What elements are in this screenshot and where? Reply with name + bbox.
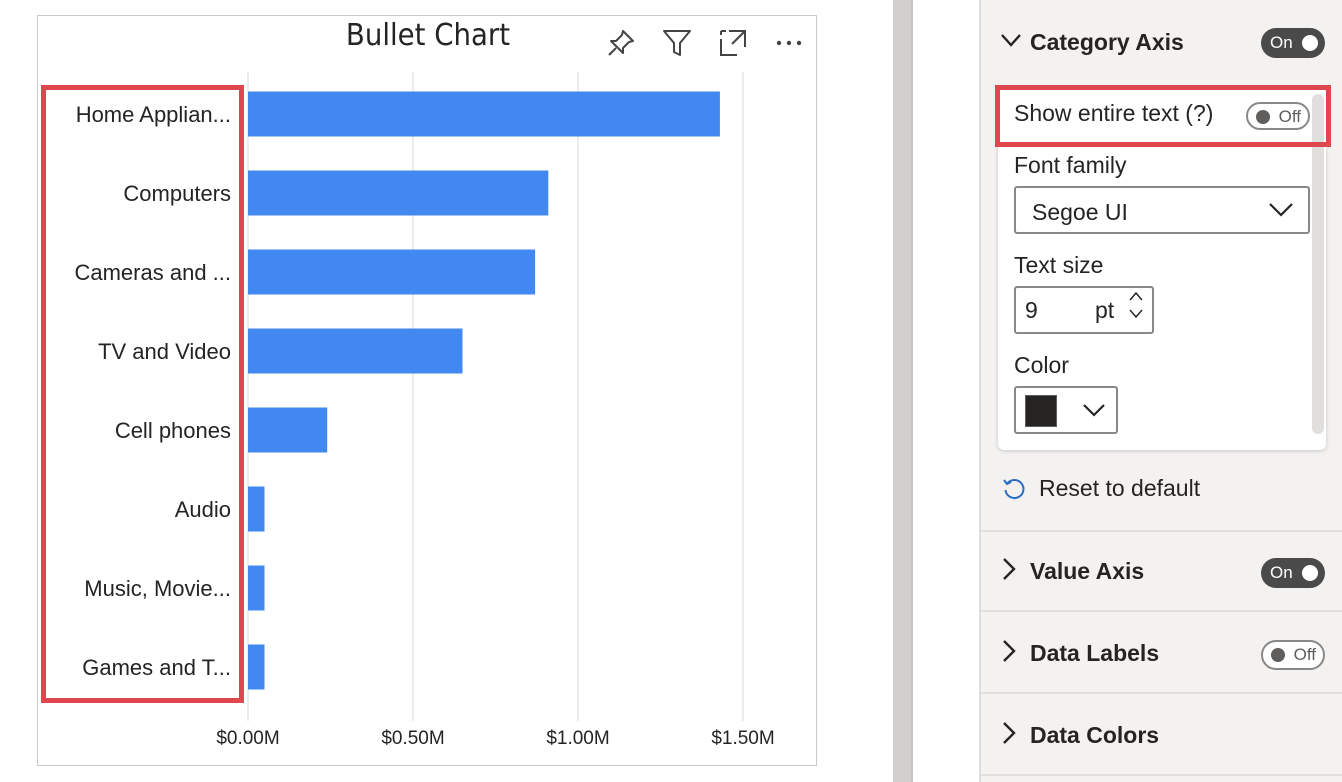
pane-gutter [893, 0, 911, 782]
chevron-up-icon[interactable] [1128, 290, 1144, 302]
pane-divider[interactable] [911, 0, 913, 782]
chevron-down-icon [999, 28, 1023, 57]
text-size-input[interactable]: 9 pt [1014, 286, 1154, 334]
section-title: Data Labels [1030, 639, 1160, 666]
section-title: Category Axis [1030, 28, 1184, 55]
font-family-value: Segoe UI [1032, 199, 1128, 225]
bar[interactable] [248, 644, 265, 690]
text-size-stepper[interactable] [1128, 290, 1144, 320]
color-swatch [1025, 395, 1057, 427]
bar[interactable] [248, 91, 720, 137]
text-size-label: Text size [1014, 252, 1104, 278]
color-picker[interactable] [1014, 386, 1118, 434]
bullet-chart-visual[interactable]: Bullet Chart $0.00M $0.50M $1.00M $1.50M… [37, 15, 817, 766]
reset-icon [1003, 478, 1025, 499]
section-data-colors[interactable]: Data Colors [981, 696, 1342, 776]
bar[interactable] [248, 249, 536, 295]
toggle-label: On [1270, 563, 1293, 582]
chevron-down-icon [1268, 201, 1294, 224]
data-labels-toggle[interactable]: Off [1261, 640, 1325, 670]
reset-to-default-button[interactable]: Reset to default [1001, 475, 1200, 502]
text-size-unit: pt [1095, 297, 1115, 323]
category-labels-highlight [41, 85, 244, 703]
section-title: Data Colors [1030, 721, 1160, 748]
bar[interactable] [248, 486, 265, 532]
font-family-label: Font family [1014, 152, 1127, 178]
toggle-knob [1302, 565, 1318, 581]
section-value-axis[interactable]: Value Axis On [981, 532, 1342, 612]
x-tick-label: $0.50M [381, 728, 444, 749]
section-title: Value Axis [1030, 557, 1145, 584]
toggle-knob [1302, 35, 1318, 51]
format-pane: Category Axis On Show entire text (?) Of… [979, 0, 1342, 782]
chevron-right-icon [999, 720, 1019, 751]
show-entire-text-highlight [995, 85, 1331, 147]
toggle-knob [1271, 648, 1285, 662]
toggle-label: Off [1293, 645, 1316, 664]
x-tick-label: $0.00M [216, 728, 279, 749]
bar[interactable] [248, 328, 463, 374]
x-tick-label: $1.00M [546, 728, 609, 749]
x-tick-label: $1.50M [711, 728, 774, 749]
reset-label: Reset to default [1039, 475, 1201, 501]
chevron-down-icon [1082, 401, 1106, 424]
section-data-labels[interactable]: Data Labels Off [981, 614, 1342, 694]
color-label: Color [1014, 352, 1069, 378]
font-family-dropdown[interactable]: Segoe UI [1014, 186, 1310, 234]
text-size-value: 9 [1025, 297, 1038, 323]
category-axis-toggle[interactable]: On [1261, 28, 1325, 58]
bar[interactable] [248, 407, 328, 453]
chevron-right-icon [999, 556, 1019, 587]
section-category-axis[interactable]: Category Axis On [981, 2, 1342, 82]
chevron-right-icon [999, 638, 1019, 669]
value-axis-toggle[interactable]: On [1261, 558, 1325, 588]
toggle-label: On [1270, 33, 1293, 52]
bar[interactable] [248, 565, 265, 611]
chevron-down-icon[interactable] [1128, 308, 1144, 320]
bar[interactable] [248, 170, 549, 216]
